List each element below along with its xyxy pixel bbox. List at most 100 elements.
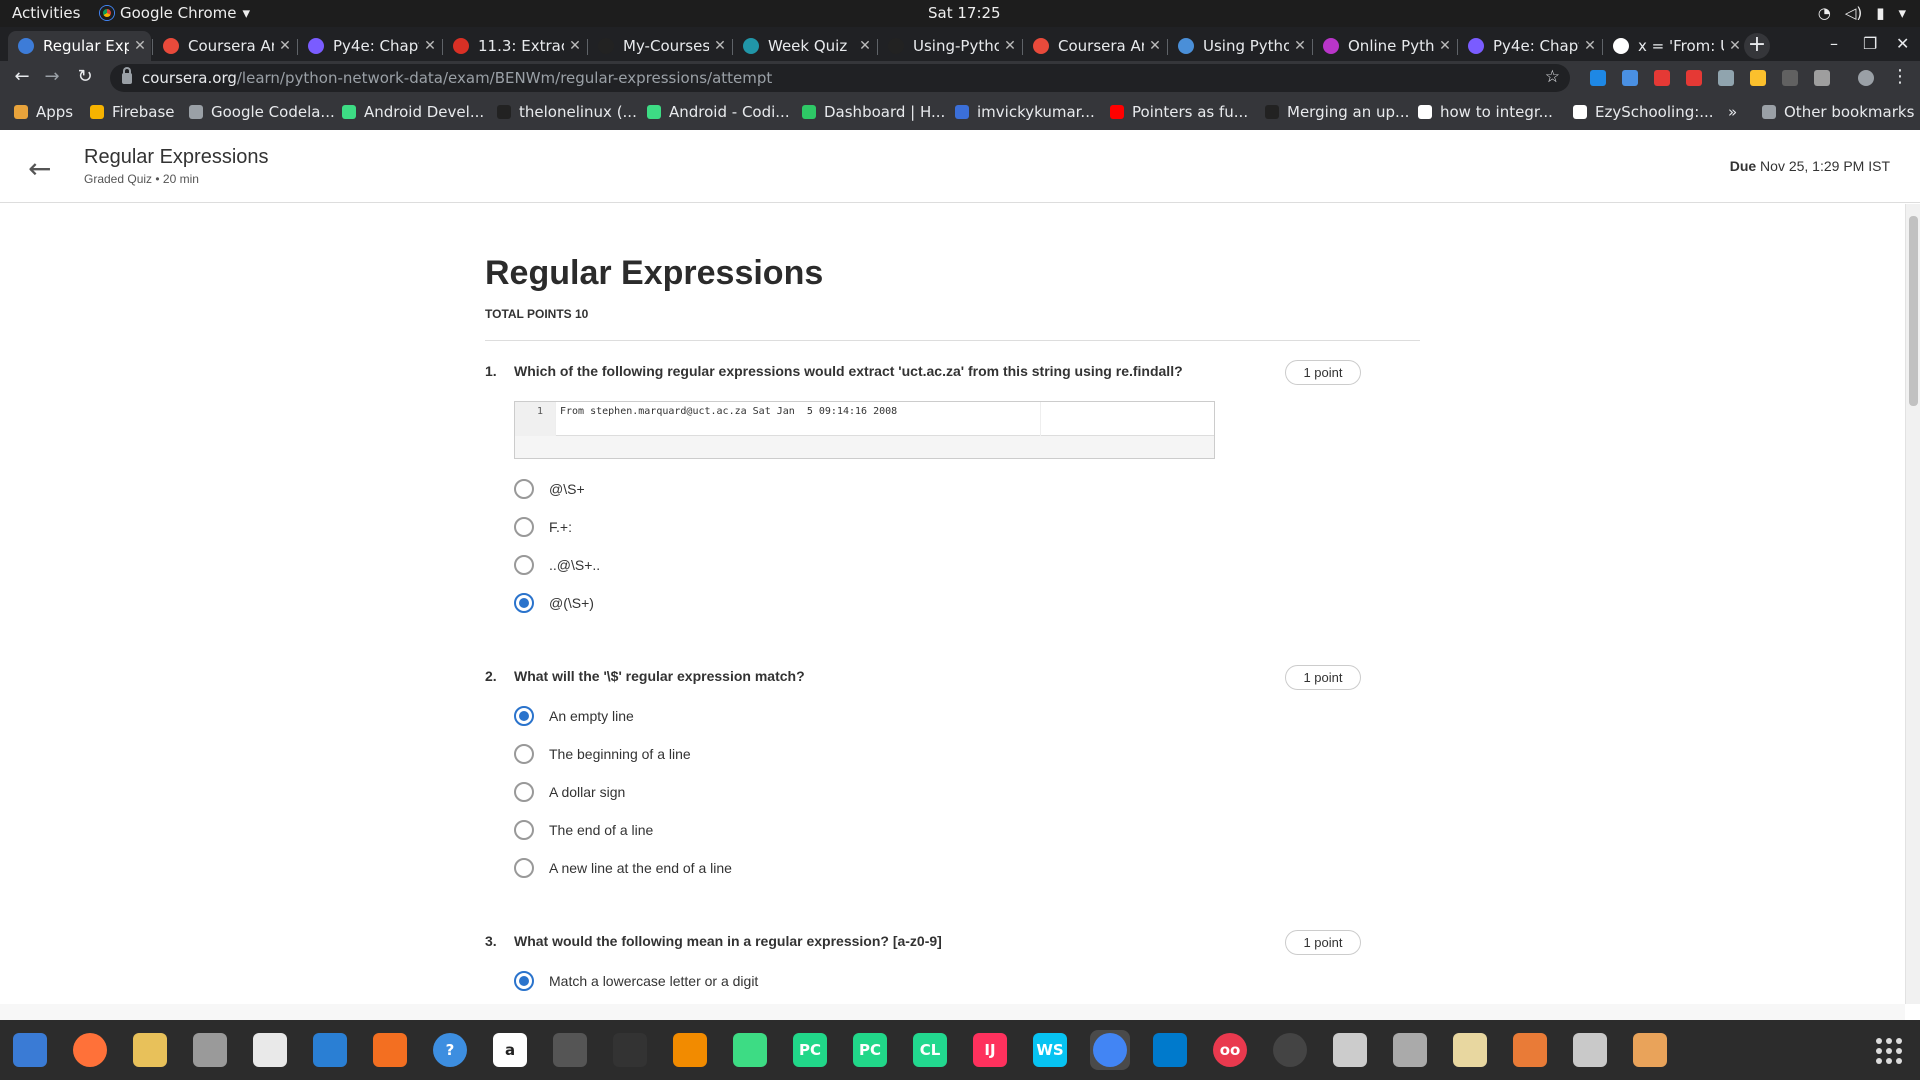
help-icon[interactable]: ? [430,1030,470,1070]
radio-button[interactable] [514,479,534,499]
app-menu[interactable]: Google Chrome ▾ [100,4,250,22]
option-q2-b[interactable]: The beginning of a line [514,744,691,764]
intellij-icon[interactable]: IJ [970,1030,1010,1070]
extension-icon[interactable] [1654,70,1670,86]
option-q3-a[interactable]: Match a lowercase letter or a digit [514,971,758,991]
color-picker-icon[interactable] [1270,1030,1310,1070]
close-tab-icon[interactable]: ✕ [419,38,441,54]
browser-tab[interactable]: Coursera Answers✕ [1023,31,1166,61]
extension-icon[interactable] [1750,70,1766,86]
minimize-icon[interactable]: – [1830,34,1838,53]
webstorm-icon[interactable]: WS [1030,1030,1070,1070]
oo-app-icon[interactable]: oo [1210,1030,1250,1070]
bookmark-item[interactable]: Android - Codi... [647,103,790,121]
option-q1-a[interactable]: @\S+ [514,479,585,499]
video-editor-icon[interactable] [550,1030,590,1070]
horizontal-scrollbar[interactable] [0,1004,1905,1020]
image-viewer-icon[interactable] [1450,1030,1490,1070]
bookmark-item[interactable]: thelonelinux (... [497,103,637,121]
bookmark-item[interactable]: EzySchooling:... [1573,103,1714,121]
scrollbar-thumb[interactable] [1909,216,1918,406]
radio-button[interactable] [514,858,534,878]
close-tab-icon[interactable]: ✕ [1434,38,1456,54]
firefox-icon[interactable] [70,1030,110,1070]
bookmark-item[interactable]: imvickykumar... [955,103,1095,121]
close-tab-icon[interactable]: ✕ [274,38,296,54]
amazon-icon[interactable]: a [490,1030,530,1070]
close-window-icon[interactable]: ✕ [1896,34,1909,53]
vscode-icon[interactable] [1150,1030,1190,1070]
reload-icon[interactable]: ↻ [73,66,97,87]
close-tab-icon[interactable]: ✕ [1724,38,1746,54]
webcam-icon[interactable] [1570,1030,1610,1070]
address-bar[interactable]: coursera.org/learn/python-network-data/e… [110,64,1570,92]
browser-tab[interactable]: Using-Python✕ [878,31,1021,61]
radio-button-selected[interactable] [514,706,534,726]
close-tab-icon[interactable]: ✕ [709,38,731,54]
browser-tab[interactable]: Regular Expressions✕ [8,31,151,61]
bookmark-item[interactable]: Apps [14,103,73,121]
maximize-icon[interactable]: ❐ [1863,34,1877,53]
extension-icon[interactable] [1782,70,1798,86]
bookmark-item[interactable]: Firebase [90,103,175,121]
text-editor-icon[interactable] [250,1030,290,1070]
radio-button[interactable] [514,782,534,802]
extension-icon[interactable] [1718,70,1734,86]
presentation-icon[interactable] [1630,1030,1670,1070]
bookmark-item[interactable]: Pointers as fu... [1110,103,1248,121]
radio-button[interactable] [514,555,534,575]
option-q2-d[interactable]: The end of a line [514,820,653,840]
pycharm-ce-icon[interactable]: PC [790,1030,830,1070]
radio-button[interactable] [514,820,534,840]
android-studio-icon[interactable] [730,1030,770,1070]
vertical-scrollbar[interactable] [1905,204,1920,1004]
browser-tab[interactable]: Using Python✕ [1168,31,1311,61]
browser-tab[interactable]: 11.3: Extracting✕ [443,31,586,61]
chrome-icon[interactable] [1090,1030,1130,1070]
bookmark-item[interactable]: how to integr... [1418,103,1553,121]
back-arrow-icon[interactable]: ← [28,152,51,185]
browser-tab[interactable]: My-Courses ✕ [588,31,731,61]
close-tab-icon[interactable]: ✕ [854,38,876,54]
close-tab-icon[interactable]: ✕ [129,38,151,54]
browser-tab[interactable]: Week Quiz ✕ [733,31,876,61]
writer-icon[interactable] [310,1030,350,1070]
radio-button-selected[interactable] [514,593,534,613]
close-tab-icon[interactable]: ✕ [564,38,586,54]
back-icon[interactable]: ← [10,66,34,87]
browser-tab[interactable]: Py4e: Chapter✕ [298,31,441,61]
bookmark-item[interactable]: Dashboard | H... [802,103,945,121]
extension-icon[interactable] [1814,70,1830,86]
bookmark-item[interactable]: Other bookmarks [1762,103,1914,121]
radio-button[interactable] [514,517,534,537]
rhythmbox-icon[interactable] [130,1030,170,1070]
option-q2-a[interactable]: An empty line [514,706,634,726]
browser-tab[interactable]: Coursera Answers✕ [153,31,296,61]
pycharm-icon[interactable]: PC [850,1030,890,1070]
radio-button-selected[interactable] [514,971,534,991]
files-icon[interactable] [190,1030,230,1070]
browser-tab[interactable]: Py4e: Chapter✕ [1458,31,1601,61]
extension-icon[interactable] [1590,70,1606,86]
scanner-icon[interactable] [1390,1030,1430,1070]
close-tab-icon[interactable]: ✕ [1289,38,1311,54]
option-q1-b[interactable]: F.+: [514,517,572,537]
option-q1-c[interactable]: ..@\S+.. [514,555,600,575]
file-manager-icon[interactable] [1510,1030,1550,1070]
forward-icon[interactable]: → [40,66,64,87]
bookmark-item[interactable]: Google Codela... [189,103,335,121]
thunderbird-icon[interactable] [10,1030,50,1070]
profile-avatar[interactable] [1858,70,1874,86]
more-bookmarks-icon[interactable]: » [1728,103,1737,121]
terminal-icon[interactable] [610,1030,650,1070]
system-tray[interactable]: ◔ ◁) ▮ ▾ [1818,4,1906,22]
browser-tab[interactable]: Online Python✕ [1313,31,1456,61]
bookmark-star-icon[interactable]: ☆ [1545,67,1560,87]
bookmark-item[interactable]: Merging an up... [1265,103,1409,121]
close-tab-icon[interactable]: ✕ [1144,38,1166,54]
activities-button[interactable]: Activities [12,4,80,22]
close-tab-icon[interactable]: ✕ [1579,38,1601,54]
option-q2-e[interactable]: A new line at the end of a line [514,858,732,878]
close-tab-icon[interactable]: ✕ [999,38,1021,54]
printer-icon[interactable] [1330,1030,1370,1070]
